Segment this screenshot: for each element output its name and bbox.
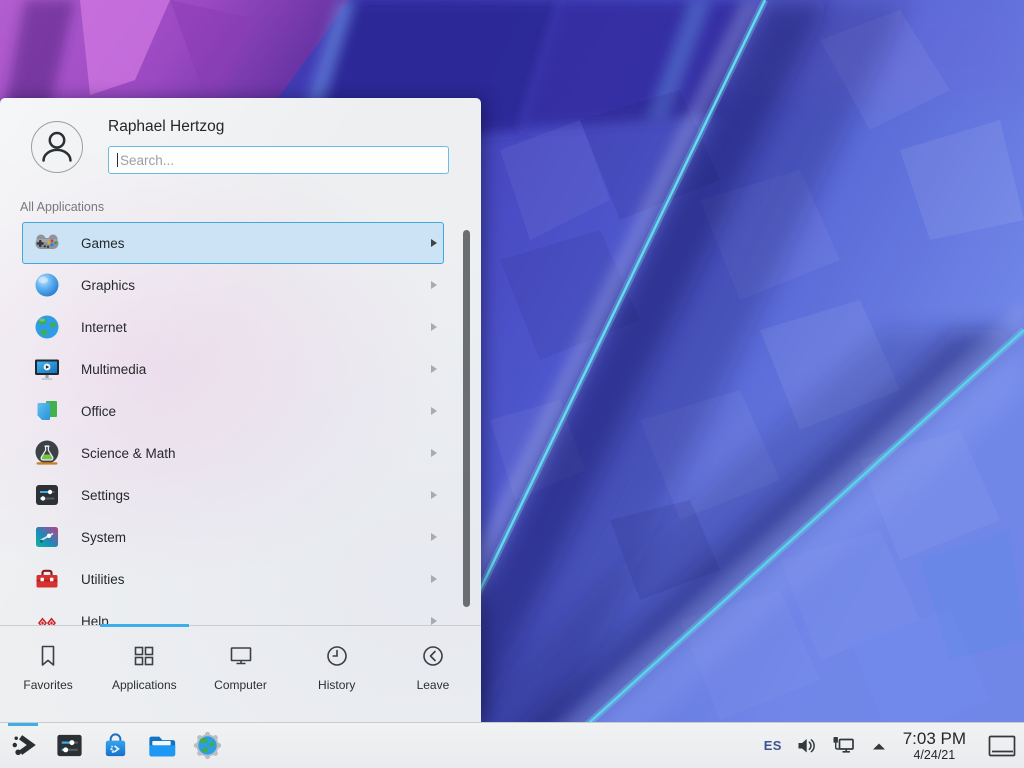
clock-time: 7:03 PM — [903, 730, 966, 748]
globe-icon — [33, 313, 61, 341]
tab-label: Favorites — [23, 678, 72, 692]
documents-icon — [33, 397, 61, 425]
tab-computer[interactable]: Computer — [192, 626, 288, 722]
active-task-indicator — [8, 723, 38, 726]
system-tray: ES 7:03 — [764, 730, 1016, 762]
volume-icon[interactable] — [796, 736, 818, 755]
user-avatar[interactable] — [31, 121, 83, 173]
file-manager-button[interactable] — [138, 723, 184, 768]
submenu-arrow-icon — [431, 239, 437, 247]
submenu-arrow-icon — [431, 575, 437, 583]
category-label: Games — [81, 236, 431, 251]
category-item-help[interactable]: Help — [22, 600, 444, 625]
category-item-internet[interactable]: Internet — [22, 306, 444, 348]
category-label: Internet — [81, 320, 431, 335]
category-list: Games Graphics — [0, 222, 481, 625]
category-label: Office — [81, 404, 431, 419]
app-menu-icon — [8, 730, 39, 761]
globe-gear-icon — [192, 730, 223, 761]
submenu-arrow-icon — [431, 323, 437, 331]
category-item-office[interactable]: Office — [22, 390, 444, 432]
tab-label: Applications — [112, 678, 177, 692]
taskbar: ES 7:03 — [0, 722, 1024, 768]
scrollbar[interactable] — [463, 230, 470, 607]
settings-sliders-icon — [54, 730, 85, 761]
clock[interactable]: 7:03 PM 4/24/21 — [903, 730, 966, 762]
category-item-science-math[interactable]: Science & Math — [22, 432, 444, 474]
category-item-system[interactable]: System — [22, 516, 444, 558]
category-item-graphics[interactable]: Graphics — [22, 264, 444, 306]
category-label: Settings — [81, 488, 431, 503]
user-icon — [32, 122, 82, 172]
submenu-arrow-icon — [431, 617, 437, 625]
toolbox-icon — [33, 565, 61, 593]
category-item-games[interactable]: Games — [22, 222, 444, 264]
monitor-play-icon — [33, 355, 61, 383]
tab-applications[interactable]: Applications — [96, 626, 192, 722]
tray-expander-icon[interactable] — [871, 740, 887, 751]
category-label: Science & Math — [81, 446, 431, 461]
category-label: Multimedia — [81, 362, 431, 377]
flask-icon — [33, 439, 61, 467]
network-icon[interactable] — [832, 736, 857, 756]
sphere-icon — [33, 271, 61, 299]
keyboard-layout-indicator[interactable]: ES — [764, 738, 782, 753]
submenu-arrow-icon — [431, 281, 437, 289]
category-label: Utilities — [81, 572, 431, 587]
discover-bag-icon — [100, 730, 131, 761]
application-launcher-menu: Raphael Hertzog All Applications Games — [0, 98, 481, 722]
submenu-arrow-icon — [431, 407, 437, 415]
show-desktop-icon — [988, 735, 1016, 757]
submenu-arrow-icon — [431, 491, 437, 499]
gamepad-icon — [33, 229, 61, 257]
category-label: System — [81, 530, 431, 545]
system-sliders-icon — [33, 523, 61, 551]
submenu-arrow-icon — [431, 449, 437, 457]
tab-history[interactable]: History — [289, 626, 385, 722]
system-settings-button[interactable] — [46, 723, 92, 768]
monitor-icon — [228, 643, 254, 669]
search-field-wrap — [108, 146, 449, 174]
discover-button[interactable] — [92, 723, 138, 768]
desktop: Raphael Hertzog All Applications Games — [0, 0, 1024, 768]
show-desktop-button[interactable] — [988, 735, 1016, 757]
active-tab-indicator — [100, 624, 189, 627]
grid-icon — [131, 643, 157, 669]
section-label: All Applications — [20, 200, 104, 214]
tab-favorites[interactable]: Favorites — [0, 626, 96, 722]
submenu-arrow-icon — [431, 533, 437, 541]
folder-icon — [146, 730, 177, 761]
tab-label: History — [318, 678, 355, 692]
tab-leave[interactable]: Leave — [385, 626, 481, 722]
leave-icon — [420, 643, 446, 669]
submenu-arrow-icon — [431, 365, 437, 373]
clock-icon — [324, 643, 350, 669]
sliders-icon — [33, 481, 61, 509]
clock-date: 4/24/21 — [913, 748, 955, 762]
web-browser-button[interactable] — [184, 723, 230, 768]
tab-bar: Favorites Applications — [0, 625, 481, 722]
text-caret — [117, 153, 118, 167]
application-launcher-button[interactable] — [0, 723, 46, 768]
category-item-utilities[interactable]: Utilities — [22, 558, 444, 600]
tab-label: Leave — [417, 678, 450, 692]
help-icon — [33, 607, 61, 625]
category-item-multimedia[interactable]: Multimedia — [22, 348, 444, 390]
user-name: Raphael Hertzog — [108, 118, 224, 136]
bookmark-icon — [35, 643, 61, 669]
search-input[interactable] — [108, 146, 449, 174]
tab-label: Computer — [214, 678, 267, 692]
category-item-settings[interactable]: Settings — [22, 474, 444, 516]
category-label: Graphics — [81, 278, 431, 293]
